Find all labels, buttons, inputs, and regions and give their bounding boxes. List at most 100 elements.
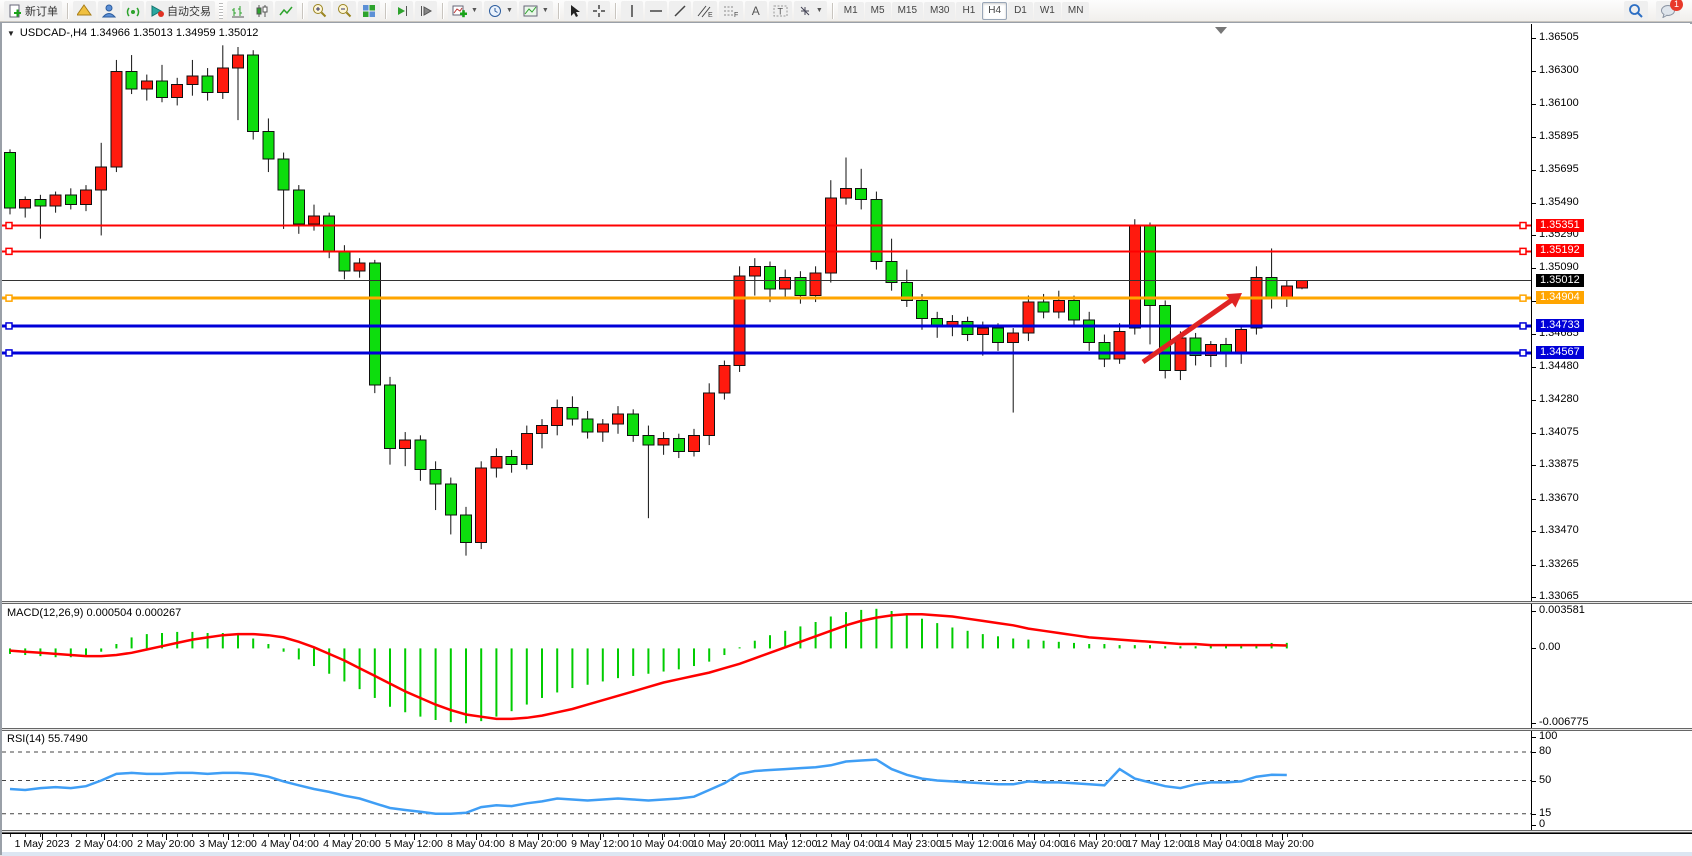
text-button[interactable]: A <box>745 1 767 21</box>
timeframe-d1-button[interactable]: D1 <box>1008 2 1033 20</box>
candle-bearish <box>917 300 928 318</box>
main-chart-pane[interactable] <box>2 24 1531 601</box>
chart-title: ▼ USDCAD-,H4 1.34966 1.35013 1.34959 1.3… <box>7 27 258 39</box>
time-label: 14 May 23:00 <box>878 838 942 850</box>
time-label: 4 May 04:00 <box>261 838 319 850</box>
rsi-pane[interactable] <box>2 731 1531 830</box>
zoom-out-button[interactable] <box>333 1 356 21</box>
search-button[interactable] <box>1624 1 1648 21</box>
equidistant-channel-button[interactable]: E <box>693 1 717 21</box>
rsi-tick-label: 100 <box>1532 730 1557 742</box>
macd-axis[interactable]: 0.0035810.00-0.006775 <box>1532 604 1692 728</box>
candle-bearish <box>962 322 973 335</box>
price-tick-label: 1.33875 <box>1532 458 1579 470</box>
price-axis[interactable]: 1.365051.363001.361001.358951.356951.354… <box>1532 24 1692 601</box>
candle-bearish <box>582 419 593 432</box>
time-label: 1 May 2023 <box>15 838 70 850</box>
line-chart-icon <box>279 4 293 18</box>
arrows-button[interactable]: ▼ <box>794 1 827 21</box>
timeframe-h4-button[interactable]: H4 <box>982 2 1007 20</box>
line-handle[interactable] <box>1520 248 1526 254</box>
line-handle[interactable] <box>1520 350 1526 356</box>
line-handle[interactable] <box>6 350 12 356</box>
crosshair-icon <box>592 4 606 18</box>
timeframe-w1-button[interactable]: W1 <box>1034 2 1061 20</box>
auto-scroll-button[interactable] <box>391 1 413 21</box>
new-order-button[interactable]: 新订单 <box>4 1 62 21</box>
timeframe-m30-button[interactable]: M30 <box>924 2 955 20</box>
time-minor-tick <box>557 834 558 837</box>
vertical-line-button[interactable] <box>621 1 643 21</box>
rsi-tick-label: 50 <box>1532 774 1551 786</box>
time-label: 18 May 20:00 <box>1250 838 1314 850</box>
signals-button[interactable] <box>122 1 144 21</box>
autotrading-button[interactable]: 自动交易 <box>146 1 215 21</box>
chart-shift-button[interactable] <box>415 1 437 21</box>
candle-bullish <box>1008 333 1019 343</box>
notifications-button[interactable]: 1 <box>1656 1 1680 21</box>
level-price-flag: 1.34904 <box>1536 291 1584 304</box>
indicators-button[interactable]: ▼ <box>448 1 482 21</box>
time-label: 17 May 12:00 <box>1126 838 1190 850</box>
candlestick-chart-icon <box>255 4 269 18</box>
time-minor-tick <box>86 834 87 837</box>
line-handle[interactable] <box>6 323 12 329</box>
macd-pane[interactable] <box>2 604 1531 728</box>
time-minor-tick <box>770 834 771 837</box>
timeframe-m5-button[interactable]: M5 <box>865 2 891 20</box>
timeframe-mn-button[interactable]: MN <box>1062 2 1090 20</box>
symbol-dropdown-icon[interactable]: ▼ <box>7 29 15 38</box>
candlestick-chart-button[interactable] <box>251 1 273 21</box>
time-minor-tick <box>907 834 908 837</box>
time-axis[interactable]: 1 May 20232 May 04:002 May 20:003 May 12… <box>2 833 1692 853</box>
line-handle[interactable] <box>1520 323 1526 329</box>
crosshair-button[interactable] <box>588 1 610 21</box>
zoom-in-button[interactable] <box>308 1 331 21</box>
time-minor-tick <box>800 834 801 837</box>
horizontal-line-icon <box>649 6 663 16</box>
line-handle[interactable] <box>6 295 12 301</box>
timeframe-m1-button[interactable]: M1 <box>838 2 864 20</box>
horizontal-line-button[interactable] <box>645 1 667 21</box>
time-minor-tick <box>527 834 528 837</box>
time-minor-tick <box>1120 834 1121 837</box>
time-minor-tick <box>998 834 999 837</box>
line-chart-button[interactable] <box>275 1 297 21</box>
time-minor-tick <box>314 834 315 837</box>
periods-button[interactable]: ▼ <box>484 1 517 21</box>
rsi-axis[interactable]: 1008050150 <box>1532 731 1692 830</box>
timeframe-m15-button[interactable]: M15 <box>892 2 923 20</box>
price-tick-label: 1.36505 <box>1532 31 1579 43</box>
time-minor-tick <box>892 834 893 837</box>
time-minor-tick <box>451 834 452 837</box>
timeframe-h1-button[interactable]: H1 <box>956 2 981 20</box>
chart-header-text: USDCAD-,H4 1.34966 1.35013 1.34959 1.350… <box>20 27 259 39</box>
cursor-button[interactable] <box>564 1 586 21</box>
separator <box>67 3 68 19</box>
templates-button[interactable]: ▼ <box>519 1 553 21</box>
trendline-button[interactable] <box>669 1 691 21</box>
periods-clock-icon <box>488 4 502 18</box>
new-order-label: 新订单 <box>25 3 58 19</box>
metaeditor-button[interactable] <box>73 1 96 21</box>
time-minor-tick <box>177 834 178 837</box>
time-minor-tick <box>1226 834 1227 837</box>
line-handle[interactable] <box>1520 223 1526 229</box>
line-handle[interactable] <box>6 223 12 229</box>
time-minor-tick <box>1059 834 1060 837</box>
price-tick-label: 1.35490 <box>1532 196 1579 208</box>
text-label-button[interactable]: T <box>769 1 792 21</box>
bar-chart-button[interactable] <box>227 1 249 21</box>
zoom-in-icon <box>312 3 327 18</box>
tile-windows-button[interactable] <box>358 1 380 21</box>
community-button[interactable] <box>98 1 120 21</box>
time-minor-tick <box>162 834 163 837</box>
level-price-flag: 1.34733 <box>1536 319 1584 332</box>
candle-bearish <box>202 76 213 92</box>
candle-bullish <box>187 76 198 84</box>
candle-bearish <box>1160 305 1171 370</box>
line-handle[interactable] <box>6 248 12 254</box>
fibonacci-button[interactable]: F <box>719 1 743 21</box>
time-minor-tick <box>420 834 421 837</box>
line-handle[interactable] <box>1520 295 1526 301</box>
